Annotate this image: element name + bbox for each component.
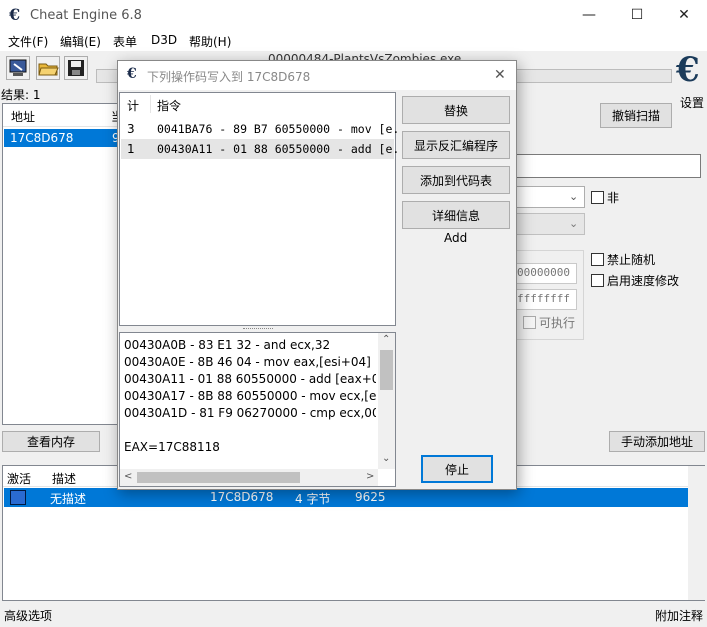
menu-d3d[interactable]: D3D (151, 33, 177, 47)
row-count: 3 (127, 122, 135, 136)
row-value: 9625 (355, 490, 386, 504)
column-address[interactable]: 地址 (11, 108, 35, 125)
executable-label: 可执行 (539, 316, 576, 330)
column-active[interactable]: 激活 (7, 470, 31, 487)
no-random-label: 禁止随机 (607, 253, 656, 267)
row-address: 17C8D678 (210, 490, 274, 504)
save-file-button[interactable] (64, 56, 88, 80)
register-line: EAX=17C88118 (124, 440, 220, 454)
cheat-engine-settings-icon[interactable]: € (676, 50, 700, 90)
opcode-writers-dialog[interactable]: € 下列操作码写入到 17C8D678 ✕ 计 指令 3 0041BA76 - … (117, 60, 517, 490)
disasm-line: 00430A0B - 83 E1 32 - and ecx,32 (124, 338, 331, 352)
row-instruction: 0041BA76 - 89 B7 60550000 - mov [e... (157, 122, 414, 136)
more-info-button[interactable]: 详细信息 (402, 201, 510, 229)
scroll-thumb[interactable] (137, 472, 300, 483)
disasm-line: 00430A11 - 01 88 60550000 - add [eax+00 (124, 372, 376, 386)
vertical-scrollbar[interactable]: ⌃ ⌄ (378, 333, 395, 469)
stop-button[interactable]: 停止 (421, 455, 493, 483)
scroll-right-icon[interactable]: > (366, 471, 374, 482)
open-file-button[interactable] (36, 56, 60, 80)
dialog-close-button[interactable]: ✕ (494, 67, 506, 83)
end-address-input[interactable]: ffffffff (516, 289, 577, 310)
chevron-down-icon: ⌄ (569, 190, 579, 203)
table-row[interactable]: 无描述 17C8D678 4 字节 9625 (4, 488, 689, 507)
column-instruction[interactable]: 指令 (157, 97, 181, 114)
replace-button[interactable]: 替换 (402, 96, 510, 124)
horizontal-scrollbar[interactable]: < > (120, 469, 378, 486)
dialog-title-bar: € 下列操作码写入到 17C8D678 ✕ (118, 61, 516, 90)
maximize-button[interactable]: ☐ (614, 0, 660, 31)
scroll-down-icon[interactable]: ⌄ (382, 453, 390, 464)
cheat-engine-logo-icon: € (9, 5, 21, 24)
view-memory-button[interactable]: 查看内存 (2, 431, 100, 452)
row-description: 无描述 (50, 492, 87, 506)
advanced-options-link[interactable]: 高级选项 (4, 607, 52, 624)
opcode-list[interactable]: 计 指令 3 0041BA76 - 89 B7 60550000 - mov [… (119, 92, 413, 326)
add-address-manually-button[interactable]: 手动添加地址 (609, 431, 705, 452)
header-divider (3, 126, 117, 127)
disasm-line: 00430A17 - 8B 88 60550000 - mov ecx,[ea (124, 389, 376, 403)
settings-label[interactable]: 设置 (680, 94, 704, 111)
computer-icon (9, 59, 27, 76)
row-instruction: 00430A11 - 01 88 60550000 - add [e... (157, 142, 414, 156)
executable-checkbox[interactable] (523, 316, 536, 329)
window-title: Cheat Engine 6.8 (30, 8, 142, 23)
end-address-value: ffffffff (517, 292, 570, 305)
table-row[interactable]: 17C8D678 9 (4, 129, 120, 147)
add-to-codelist-button[interactable]: 添加到代码表 (402, 166, 510, 194)
close-button[interactable]: ✕ (661, 0, 707, 31)
undo-scan-button[interactable]: 撤销扫描 (600, 103, 672, 128)
not-checkbox[interactable] (591, 191, 604, 204)
menu-table[interactable]: 表单 (113, 33, 137, 50)
value-input[interactable] (516, 154, 701, 178)
menu-help[interactable]: 帮助(H) (189, 33, 231, 50)
open-process-button[interactable] (6, 56, 30, 80)
opcode-label: Add (444, 231, 468, 245)
splitter-handle[interactable] (243, 328, 273, 331)
not-label: 非 (607, 191, 620, 205)
chevron-down-icon: ⌄ (569, 217, 579, 230)
table-extras-link[interactable]: 附加注释 (655, 607, 703, 624)
disasm-line: 00430A1D - 81 F9 06270000 - cmp ecx,0000 (124, 406, 376, 420)
floppy-disk-icon (68, 60, 84, 76)
table-scrollbar[interactable] (688, 466, 705, 600)
menu-bar: 文件(F) 编辑(E) 表单 D3D 帮助(H) (0, 31, 707, 51)
folder-open-icon (38, 63, 59, 76)
scan-type-select[interactable]: ⌄ (516, 186, 585, 208)
active-checkbox[interactable] (10, 490, 26, 505)
show-disassembler-button[interactable]: 显示反汇编程序 (402, 131, 510, 159)
dialog-title: 下列操作码写入到 17C8D678 (147, 70, 311, 84)
no-random-checkbox[interactable] (591, 253, 604, 266)
table-row[interactable]: 1 00430A11 - 01 88 60550000 - add [e... (121, 139, 413, 159)
scroll-up-icon[interactable]: ⌃ (382, 334, 390, 345)
menu-file[interactable]: 文件(F) (8, 33, 48, 50)
minimize-button[interactable]: — (566, 0, 612, 31)
row-type: 4 字节 (295, 492, 331, 506)
disassembly-lines: 00430A0B - 83 E1 32 - and ecx,32 00430A0… (124, 337, 376, 467)
row-count: 1 (127, 142, 135, 156)
results-count: 结果: 1 (1, 88, 41, 102)
start-address-input[interactable]: 00000000 (516, 263, 577, 284)
scroll-thumb[interactable] (380, 350, 393, 390)
start-address-value: 00000000 (517, 266, 570, 279)
cheat-engine-logo-icon: € (127, 66, 137, 82)
column-description[interactable]: 描述 (52, 470, 76, 487)
address-list[interactable]: 地址 当 17C8D678 9 (2, 103, 123, 425)
speed-hack-checkbox[interactable] (591, 274, 604, 287)
table-row[interactable]: 3 0041BA76 - 89 B7 60550000 - mov [e... (121, 119, 413, 139)
speed-hack-label: 启用速度修改 (607, 274, 680, 288)
disasm-line: 00430A0E - 8B 46 04 - mov eax,[esi+04] (124, 355, 371, 369)
scroll-left-icon[interactable]: < (124, 471, 132, 482)
row-address: 17C8D678 (10, 131, 74, 145)
disassembly-view[interactable]: 00430A0B - 83 E1 32 - and ecx,32 00430A0… (119, 332, 396, 487)
main-title-bar: € Cheat Engine 6.8 — ☐ ✕ (0, 0, 707, 31)
value-type-select[interactable]: ⌄ (516, 213, 585, 235)
menu-edit[interactable]: 编辑(E) (60, 33, 101, 50)
column-count[interactable]: 计 (127, 97, 139, 114)
column-divider (150, 95, 151, 113)
